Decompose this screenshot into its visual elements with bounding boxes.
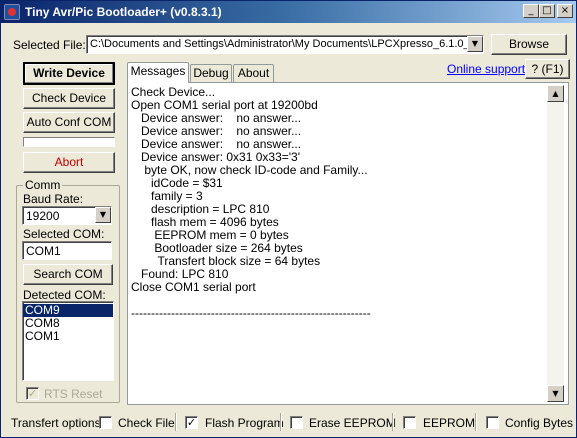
write-device-button[interactable]: Write Device [23, 62, 115, 85]
transfer-options-label: Transfert options: [11, 416, 104, 430]
title-bar[interactable]: Tiny Avr/Pic Bootloader+ (v0.8.3.1) _ □ … [1, 1, 576, 23]
check-file-label: Check File [118, 416, 175, 430]
tab-debug[interactable]: Debug [190, 64, 232, 83]
close-button[interactable]: × [557, 4, 573, 18]
check-file-checkbox[interactable] [99, 416, 112, 429]
log-scrollbar[interactable]: ▲ ▼ [547, 85, 564, 402]
message-log: Check Device... Open COM1 serial port at … [131, 86, 543, 398]
rts-reset-checkbox[interactable]: ✓ [26, 387, 39, 400]
detected-com-list[interactable]: COM9 COM8 COM1 [22, 301, 114, 381]
online-support-link[interactable]: Online support [447, 62, 525, 76]
tab-about[interactable]: About [233, 64, 274, 83]
config-bytes-label: Config Bytes [505, 416, 574, 430]
window-title: Tiny Avr/Pic Bootloader+ (v0.8.3.1) [25, 5, 222, 19]
selected-file-label: Selected File: [13, 38, 86, 52]
detected-com-label: Detected COM: [23, 288, 106, 302]
log-line: Close COM1 serial port [131, 280, 256, 294]
selected-file-combobox[interactable]: C:\Documents and Settings\Administrator\… [86, 35, 484, 54]
messages-panel: Check Device... Open COM1 serial port at … [127, 82, 569, 405]
separator [175, 413, 177, 431]
chevron-up-icon[interactable]: ▲ [547, 85, 564, 102]
selected-com-label: Selected COM: [23, 227, 105, 241]
selected-com-input[interactable]: COM1 [22, 241, 112, 260]
baud-rate-value: 19200 [26, 209, 60, 223]
eeprom-checkbox[interactable] [403, 416, 416, 429]
separator [475, 413, 477, 431]
help-button[interactable]: ? (F1) [525, 59, 570, 79]
log-line: ----------------------------------------… [131, 306, 371, 320]
search-com-button[interactable]: Search COM [23, 264, 113, 285]
chevron-down-icon[interactable]: ▼ [95, 207, 111, 223]
config-bytes-checkbox[interactable] [486, 416, 499, 429]
erase-eeprom-label: Erase EEPROM [309, 416, 396, 430]
flash-program-label: Flash Program [205, 416, 284, 430]
flash-program-checkbox[interactable]: ✓ [185, 416, 198, 429]
baud-rate-label: Baud Rate: [23, 192, 84, 206]
tab-messages[interactable]: Messages [127, 62, 189, 83]
eeprom-label: EEPROM [423, 416, 476, 430]
checkmark-icon: ✓ [186, 416, 197, 429]
chevron-down-icon[interactable]: ▼ [547, 385, 564, 402]
chevron-down-icon[interactable]: ▼ [467, 36, 483, 52]
separator [280, 413, 282, 431]
comm-group-title: Comm [23, 178, 63, 192]
maximize-button[interactable]: □ [539, 4, 555, 18]
separator [392, 413, 394, 431]
erase-eeprom-checkbox[interactable] [290, 416, 303, 429]
minimize-button[interactable]: _ [523, 4, 539, 18]
app-icon [4, 4, 20, 20]
progress-bar [23, 137, 115, 147]
auto-conf-com-button[interactable]: Auto Conf COM [23, 112, 115, 133]
list-item[interactable]: COM1 [23, 330, 113, 343]
selected-com-value: COM1 [26, 244, 61, 258]
abort-button[interactable]: Abort [23, 152, 115, 173]
selected-file-value: C:\Documents and Settings\Administrator\… [90, 38, 470, 50]
check-device-button[interactable]: Check Device [23, 88, 115, 109]
rts-reset-label: RTS Reset [44, 387, 103, 401]
browse-button[interactable]: Browse [491, 34, 567, 55]
app-window: Tiny Avr/Pic Bootloader+ (v0.8.3.1) _ □ … [0, 0, 577, 438]
